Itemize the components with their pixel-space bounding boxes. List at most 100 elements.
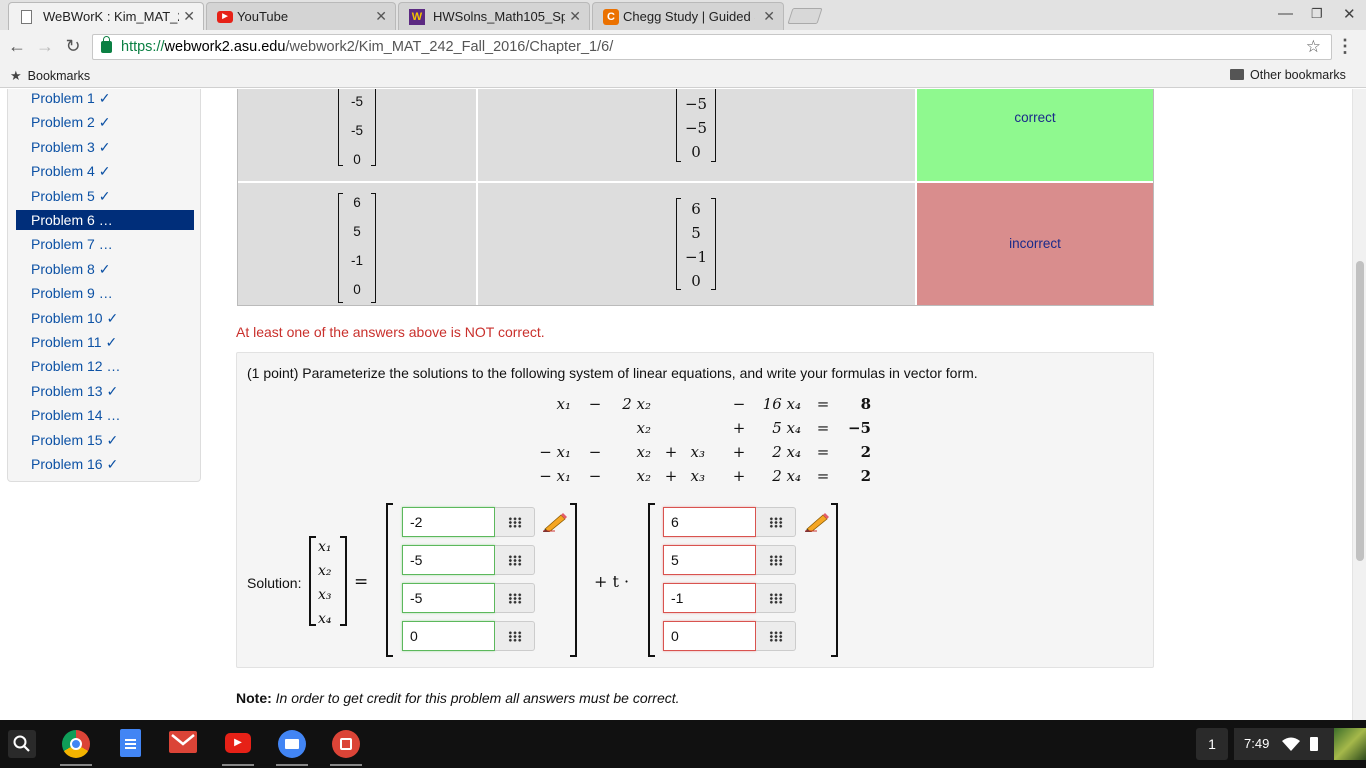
scrollbar-thumb[interactable] xyxy=(1356,261,1364,561)
equation-editor-button[interactable] xyxy=(495,583,535,613)
tab-chegg[interactable]: C Chegg Study | Guided So ✕ xyxy=(592,2,784,30)
close-window-icon[interactable]: ✕ xyxy=(1343,5,1356,23)
tab-title: WeBWorK : Kim_MAT_24 xyxy=(43,9,179,24)
tab-youtube[interactable]: ▶ YouTube ✕ xyxy=(206,2,396,30)
particular-answer-input[interactable] xyxy=(402,621,495,651)
vector-entry: 0 xyxy=(353,152,361,167)
vector-entry: 6 xyxy=(691,200,701,218)
chegg-icon: C xyxy=(603,9,619,25)
bookmark-star-icon[interactable]: ☆ xyxy=(1306,37,1321,57)
sidebar-problem-link[interactable]: Problem 8 ✓ xyxy=(16,259,194,279)
tab-hwsolns[interactable]: W HWSolns_Math105_Sp2 ✕ xyxy=(398,2,590,30)
sidebar-problem-link[interactable]: Problem 16 ✓ xyxy=(16,454,194,474)
wifi-icon xyxy=(1282,737,1300,751)
equation-term: 5 x₄ xyxy=(772,419,801,437)
equation-editor-button[interactable] xyxy=(756,507,796,537)
preview-cell: −5 −5 0 xyxy=(478,89,915,181)
page-viewport: Problem 1 ✓ Problem 2 ✓ Problem 3 ✓ Problem… xyxy=(0,89,1352,720)
restore-icon[interactable]: ❐ xyxy=(1311,6,1323,22)
vector-entry: 0 xyxy=(691,272,701,290)
sidebar-problem-link[interactable]: Problem 3 ✓ xyxy=(16,137,194,157)
variable-label: x₁ xyxy=(318,539,332,555)
particular-answer-input[interactable] xyxy=(402,545,495,575)
equation-editor-button[interactable] xyxy=(495,545,535,575)
running-indicator xyxy=(60,764,92,766)
tab-webwork[interactable]: WeBWorK : Kim_MAT_24 ✕ xyxy=(8,2,204,30)
url-text[interactable]: https://webwork2.asu.edu/webwork2/Kim_MA… xyxy=(121,39,613,55)
chrome-icon[interactable] xyxy=(62,730,90,758)
sidebar-problem-link[interactable]: Problem 10 ✓ xyxy=(16,308,194,328)
os-shelf: ▶ 1 7:49 xyxy=(0,720,1366,768)
equation-editor-button[interactable] xyxy=(495,507,535,537)
status-tray[interactable]: 7:49 xyxy=(1234,728,1366,760)
address-bar[interactable]: https://webwork2.asu.edu/webwork2/Kim_MA… xyxy=(92,34,1332,60)
close-icon[interactable]: ✕ xyxy=(763,8,775,25)
problem-list: Problem 1 ✓ Problem 2 ✓ Problem 3 ✓ Problem… xyxy=(7,89,201,482)
equation-editor-button[interactable] xyxy=(495,621,535,651)
notification-count[interactable]: 1 xyxy=(1196,728,1228,760)
equation-row: − x₁ − x₂ + x₃ +2 x₄ = 2 xyxy=(237,467,1137,489)
running-indicator xyxy=(330,764,362,766)
close-icon[interactable]: ✕ xyxy=(375,8,387,25)
sidebar-problem-link[interactable]: Problem 7 … xyxy=(16,234,194,254)
sidebar-problem-link[interactable]: Problem 14 … xyxy=(16,405,194,425)
particular-answer-input[interactable] xyxy=(402,583,495,613)
pencil-icon[interactable] xyxy=(803,512,829,532)
forward-icon[interactable]: → xyxy=(34,36,56,57)
problem-box: (1 point) Parameterize the solutions to … xyxy=(236,352,1154,668)
equation-editor-button[interactable] xyxy=(756,545,796,575)
sidebar-problem-link[interactable]: Problem 12 … xyxy=(16,356,194,376)
menu-icon[interactable]: ⋮ xyxy=(1336,36,1354,57)
sidebar-problem-link[interactable]: Problem 1 ✓ xyxy=(16,89,194,108)
reload-icon[interactable]: ↻ xyxy=(62,36,84,57)
close-icon[interactable]: ✕ xyxy=(183,8,195,25)
minimize-icon[interactable]: — xyxy=(1278,5,1293,22)
sidebar-problem-link[interactable]: Problem 5 ✓ xyxy=(16,186,194,206)
close-icon[interactable]: ✕ xyxy=(569,8,581,25)
equation-editor-button[interactable] xyxy=(756,621,796,651)
bookmarks-button[interactable]: ★ Bookmarks xyxy=(10,68,90,84)
equation-operator: − xyxy=(588,443,602,461)
search-icon[interactable] xyxy=(8,730,36,758)
bracket-left xyxy=(648,503,655,657)
equals-sign: = xyxy=(816,419,830,437)
solution-label: Solution: xyxy=(247,575,302,591)
photos-icon[interactable] xyxy=(332,730,360,758)
other-bookmarks-button[interactable]: Other bookmarks xyxy=(1230,68,1346,82)
equation-editor-button[interactable] xyxy=(756,583,796,613)
bookmarks-bar: ★ Bookmarks Other bookmarks xyxy=(0,64,1366,88)
equals-sign: = xyxy=(816,395,830,413)
direction-answer-input[interactable] xyxy=(663,507,756,537)
direction-answer-input[interactable] xyxy=(663,545,756,575)
docs-icon[interactable] xyxy=(120,729,141,757)
sidebar-problem-link[interactable]: Problem 15 ✓ xyxy=(16,430,194,450)
url-host: webwork2.asu.edu xyxy=(164,39,286,55)
page-scrollbar[interactable] xyxy=(1352,89,1366,720)
equation-operator: − xyxy=(732,395,746,413)
browser-toolbar: ← → ↻ https://webwork2.asu.edu/webwork2/… xyxy=(0,30,1366,64)
page-icon xyxy=(21,10,32,24)
folder-icon xyxy=(1230,69,1244,80)
files-icon[interactable] xyxy=(278,730,306,758)
new-tab-button[interactable] xyxy=(787,8,823,24)
sidebar-problem-link[interactable]: Problem 9 … xyxy=(16,283,194,303)
gmail-icon[interactable] xyxy=(169,731,197,753)
bookmarks-label: Bookmarks xyxy=(27,69,91,83)
direction-answer-input[interactable] xyxy=(663,583,756,613)
particular-answer-input[interactable] xyxy=(402,507,495,537)
back-icon[interactable]: ← xyxy=(6,36,28,57)
equation-term: 16 x₄ xyxy=(762,395,801,413)
sidebar-problem-link[interactable]: Problem 4 ✓ xyxy=(16,161,194,181)
sidebar-problem-link[interactable]: Problem 11 ✓ xyxy=(16,332,194,352)
vector-entry: -5 xyxy=(350,123,363,138)
variable-label: x₃ xyxy=(318,587,332,603)
youtube-icon[interactable]: ▶ xyxy=(225,733,251,753)
sidebar-problem-link[interactable]: Problem 13 ✓ xyxy=(16,381,194,401)
sidebar-problem-link[interactable]: Problem 2 ✓ xyxy=(16,112,194,132)
direction-answer-input[interactable] xyxy=(663,621,756,651)
pencil-icon[interactable] xyxy=(541,512,567,532)
equation-term: x₂ xyxy=(636,419,651,437)
keypad-grid-icon xyxy=(769,593,783,604)
keypad-grid-icon xyxy=(769,517,783,528)
sidebar-problem-link[interactable]: Problem 6 … xyxy=(16,210,194,230)
